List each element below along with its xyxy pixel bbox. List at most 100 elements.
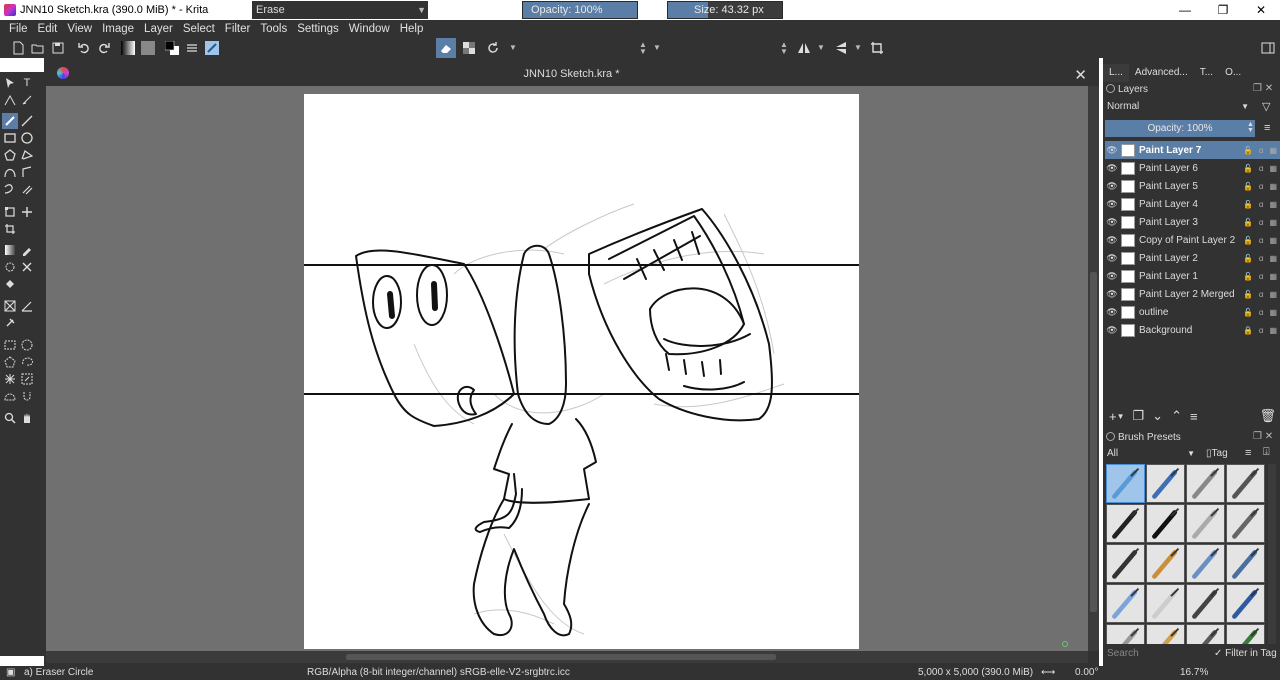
brush-preset-item[interactable]	[1146, 504, 1185, 543]
rectangle-tool-icon[interactable]	[2, 130, 18, 146]
fill-tool-icon[interactable]	[2, 276, 18, 292]
magnetic-select-icon[interactable]	[19, 388, 35, 404]
alpha-lock-icon[interactable]: α	[1259, 218, 1264, 227]
visibility-eye-icon[interactable]: 👁	[1105, 271, 1119, 282]
color-space-status[interactable]: RGB/Alpha (8-bit integer/channel) sRGB-e…	[307, 667, 570, 678]
preserve-alpha-icon[interactable]	[459, 38, 479, 58]
layer-row[interactable]: 👁 Copy of Paint Layer 2 🔓 α ▦	[1105, 231, 1280, 249]
chevron-down-icon[interactable]: ▼	[509, 43, 517, 52]
unlock-icon[interactable]: 🔓	[1243, 164, 1253, 173]
brush-filter-select[interactable]: All ▼	[1105, 446, 1199, 462]
tab-overview[interactable]: O...	[1219, 64, 1247, 82]
alpha-lock-icon[interactable]: α	[1259, 164, 1264, 173]
inherit-alpha-icon[interactable]: ▦	[1269, 236, 1277, 245]
maximize-button[interactable]: ❐	[1204, 0, 1242, 20]
layer-row[interactable]: 👁 Paint Layer 4 🔓 α ▦	[1105, 195, 1280, 213]
opacity-slider[interactable]: Opacity: 100%	[522, 1, 638, 19]
move-layer-up-icon[interactable]: ⌃	[1171, 408, 1182, 424]
alpha-lock-icon[interactable]: α	[1259, 236, 1264, 245]
menu-view[interactable]: View	[62, 20, 97, 38]
measure-tool-icon[interactable]	[19, 298, 35, 314]
brush-preset-item[interactable]	[1186, 544, 1225, 583]
layer-row[interactable]: 👁 Paint Layer 3 🔓 α ▦	[1105, 213, 1280, 231]
unlock-icon[interactable]: 🔓	[1243, 272, 1253, 281]
duplicate-layer-icon[interactable]: ❐	[1133, 408, 1145, 424]
gradient-swatch-icon[interactable]	[118, 38, 138, 58]
eraser-mode-icon[interactable]	[436, 38, 456, 58]
unlock-icon[interactable]: 🔓	[1243, 254, 1253, 263]
delete-layer-icon[interactable]: 🗑	[1259, 408, 1276, 424]
layer-menu-icon[interactable]: ≡	[1264, 122, 1270, 134]
brush-import-icon[interactable]: ⍗	[1263, 446, 1270, 459]
inherit-alpha-icon[interactable]: ▦	[1269, 146, 1277, 155]
bezier-tool-icon[interactable]	[2, 164, 18, 180]
gradient-tool-icon[interactable]	[2, 242, 18, 258]
minimize-button[interactable]: —	[1166, 0, 1204, 20]
filter-icon[interactable]: ▽	[1262, 100, 1270, 113]
alpha-lock-icon[interactable]: α	[1259, 146, 1264, 155]
size-spin-icon[interactable]: ▲ ▼	[780, 41, 788, 56]
brush-search-input[interactable]: Search	[1105, 646, 1210, 662]
menu-tools[interactable]: Tools	[255, 20, 292, 38]
brush-preset-thumbnail[interactable]	[202, 38, 222, 58]
reference-images-icon[interactable]	[2, 315, 18, 331]
ellipse-tool-icon[interactable]	[19, 130, 35, 146]
unlock-icon[interactable]: 🔓	[1243, 290, 1253, 299]
crop-tool-icon[interactable]	[2, 221, 18, 237]
freehand-path-icon[interactable]	[19, 164, 35, 180]
brush-settings-icon[interactable]	[182, 38, 202, 58]
pan-tool-icon[interactable]	[19, 410, 35, 426]
visibility-eye-icon[interactable]: 👁	[1105, 163, 1119, 174]
zoom-tool-icon[interactable]	[2, 410, 18, 426]
menu-edit[interactable]: Edit	[33, 20, 63, 38]
chevron-down-icon[interactable]: ▼	[854, 43, 862, 52]
menu-filter[interactable]: Filter	[220, 20, 256, 38]
calligraphy-icon[interactable]	[19, 92, 35, 108]
mirror-horizontal-icon[interactable]	[794, 38, 814, 58]
visibility-eye-icon[interactable]: 👁	[1105, 235, 1119, 246]
float-panel-icon[interactable]: ❐	[1253, 431, 1262, 442]
chevron-down-icon[interactable]: ▼	[817, 43, 825, 52]
blend-mode-select[interactable]: Normal ▼	[1105, 99, 1253, 115]
brush-preset-item[interactable]	[1106, 584, 1145, 623]
tab-tool-options[interactable]: T...	[1194, 64, 1219, 82]
reload-preset-icon[interactable]	[483, 38, 503, 58]
unlock-icon[interactable]: 🔓	[1243, 236, 1253, 245]
visibility-eye-icon[interactable]: 👁	[1105, 217, 1119, 228]
float-panel-icon[interactable]: ❐	[1253, 83, 1262, 94]
alpha-lock-icon[interactable]: α	[1259, 200, 1264, 209]
vertical-scroll-thumb[interactable]	[1090, 272, 1097, 612]
visibility-eye-icon[interactable]: 👁	[1105, 289, 1119, 300]
new-document-icon[interactable]	[8, 38, 28, 58]
chevron-down-icon[interactable]: ▼	[653, 43, 661, 52]
brush-view-menu-icon[interactable]: ≡	[1245, 447, 1251, 459]
unlock-icon[interactable]: 🔓	[1243, 146, 1253, 155]
brush-preset-item[interactable]	[1106, 624, 1145, 644]
polygon-select-icon[interactable]	[2, 354, 18, 370]
alpha-lock-icon[interactable]: α	[1259, 308, 1264, 317]
filter-in-tag-checkbox[interactable]: ✓ Filter in Tag	[1214, 646, 1277, 662]
layer-row[interactable]: 👁 Paint Layer 5 🔓 α ▦	[1105, 177, 1280, 195]
move-layer-down-icon[interactable]: ⌄	[1152, 408, 1163, 424]
polyline-tool-icon[interactable]	[19, 147, 35, 163]
layer-properties-icon[interactable]: ≡	[1190, 409, 1198, 424]
brush-preset-item[interactable]	[1226, 544, 1265, 583]
lock-icon[interactable]: 🔒	[1243, 326, 1253, 335]
text-tool-icon[interactable]: T	[19, 75, 35, 91]
zoom-status[interactable]: 16.7%	[1180, 667, 1208, 678]
menu-window[interactable]: Window	[344, 20, 395, 38]
vertical-scrollbar[interactable]	[1088, 86, 1099, 651]
dock-layout-icon[interactable]	[1258, 38, 1278, 58]
pattern-swatch-icon[interactable]	[138, 38, 158, 58]
unlock-icon[interactable]: 🔓	[1243, 218, 1253, 227]
menu-image[interactable]: Image	[97, 20, 139, 38]
freehand-select-icon[interactable]	[19, 354, 35, 370]
layer-opacity-slider[interactable]: Opacity: 100%	[1105, 120, 1255, 137]
inherit-alpha-icon[interactable]: ▦	[1269, 326, 1277, 335]
close-panel-icon[interactable]: ✕	[1265, 83, 1273, 94]
wrap-around-icon[interactable]	[867, 38, 887, 58]
unlock-icon[interactable]: 🔓	[1243, 308, 1253, 317]
visibility-eye-icon[interactable]: 👁	[1105, 181, 1119, 192]
close-panel-icon[interactable]: ✕	[1265, 431, 1273, 442]
brush-preset-name[interactable]: Erase ▼	[252, 1, 428, 19]
